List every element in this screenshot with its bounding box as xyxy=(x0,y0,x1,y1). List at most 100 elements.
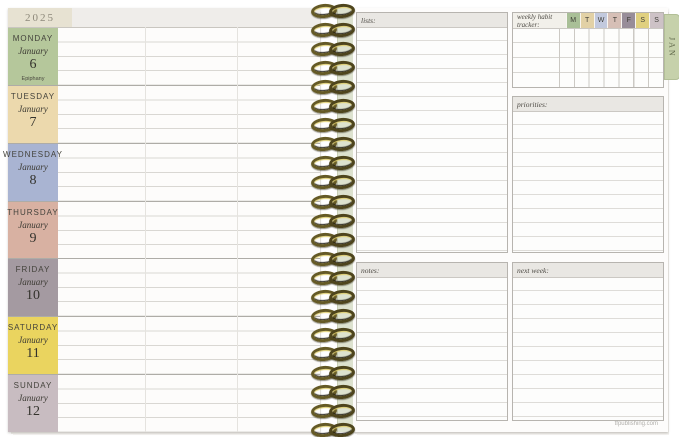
day-rows: MONDAY January 6 Epiphany TUESDAY Januar… xyxy=(8,28,320,432)
priorities-lines xyxy=(513,111,663,252)
spiral-binding xyxy=(309,0,361,437)
day-month: January xyxy=(18,162,48,172)
coil xyxy=(309,270,355,282)
coil xyxy=(309,79,355,91)
day-name: SATURDAY xyxy=(8,323,58,332)
day-name: WEDNESDAY xyxy=(3,150,63,159)
coil xyxy=(309,3,355,15)
next-week-header: next week: xyxy=(513,263,663,278)
habit-day-w: W xyxy=(594,13,608,28)
day-row-friday: FRIDAY January 10 xyxy=(8,259,320,317)
column-divider xyxy=(237,27,238,432)
day-row-thursday: THURSDAY January 9 xyxy=(8,202,320,260)
coil xyxy=(309,365,355,377)
day-label-monday: MONDAY January 6 Epiphany xyxy=(8,28,58,85)
day-date: 10 xyxy=(26,288,40,304)
publisher-watermark: tfpublishing.com xyxy=(615,421,658,427)
day-name: TUESDAY xyxy=(11,92,55,101)
day-date: 9 xyxy=(30,231,37,247)
day-name: MONDAY xyxy=(13,34,54,43)
day-date: 7 xyxy=(30,115,37,131)
next-week-label: next week: xyxy=(513,266,549,275)
day-date: 8 xyxy=(30,173,37,189)
day-label-friday: FRIDAY January 10 xyxy=(8,259,58,316)
writing-lines xyxy=(58,317,320,374)
next-week-section: next week: xyxy=(512,262,664,421)
month-tab-jan: JAN xyxy=(664,14,679,80)
day-name: SUNDAY xyxy=(14,381,53,390)
habit-grid xyxy=(513,28,663,87)
day-month: January xyxy=(18,277,48,287)
year-header-row: 2025 xyxy=(8,8,320,28)
coil xyxy=(309,213,355,225)
coil xyxy=(309,346,355,358)
coil xyxy=(309,232,355,244)
coil xyxy=(309,60,355,72)
habit-tracker-section: weekly habit tracker: M T W T F S S xyxy=(512,12,664,88)
habit-grid-columns xyxy=(559,28,663,87)
day-date: 12 xyxy=(26,404,40,420)
coil xyxy=(309,422,355,434)
day-month: January xyxy=(18,335,48,345)
next-week-lines xyxy=(513,277,663,420)
column-divider xyxy=(145,27,146,432)
day-date: 11 xyxy=(26,346,39,362)
priorities-header: priorities: xyxy=(513,97,663,112)
coil xyxy=(309,155,355,167)
notes-section: notes: xyxy=(356,262,508,421)
day-name: FRIDAY xyxy=(16,265,51,274)
day-label-sunday: SUNDAY January 12 xyxy=(8,375,58,432)
writing-lines xyxy=(58,375,320,432)
planner-spread-photo: 2025 MONDAY January 6 Epiphany TUESDAY J… xyxy=(0,0,679,437)
habit-day-m: M xyxy=(566,13,580,28)
year-header-fill xyxy=(72,8,320,27)
day-row-wednesday: WEDNESDAY January 8 xyxy=(8,144,320,202)
year-label: 2025 xyxy=(8,8,72,27)
day-label-saturday: SATURDAY January 11 xyxy=(8,317,58,374)
day-row-tuesday: TUESDAY January 7 xyxy=(8,86,320,144)
priorities-label: priorities: xyxy=(513,100,547,109)
coil xyxy=(309,194,355,206)
coil xyxy=(309,174,355,186)
day-month: January xyxy=(18,220,48,230)
coil xyxy=(309,136,355,148)
coil xyxy=(309,117,355,129)
day-month: January xyxy=(18,104,48,114)
notes-header: notes: xyxy=(357,263,507,278)
day-label-thursday: THURSDAY January 9 xyxy=(8,202,58,259)
coil xyxy=(309,98,355,110)
day-row-sunday: SUNDAY January 12 xyxy=(8,375,320,432)
habit-day-t1: T xyxy=(580,13,594,28)
day-month: January xyxy=(18,393,48,403)
lists-section: lists: xyxy=(356,12,508,253)
coil xyxy=(309,403,355,415)
day-row-monday: MONDAY January 6 Epiphany xyxy=(8,28,320,86)
habit-tracker-header: weekly habit tracker: M T W T F S S xyxy=(513,13,663,29)
habit-day-s2: S xyxy=(649,13,663,28)
coil xyxy=(309,41,355,53)
coil xyxy=(309,327,355,339)
priorities-section: priorities: xyxy=(512,96,664,253)
writing-lines xyxy=(58,28,320,85)
holiday-note: Epiphany xyxy=(22,76,45,82)
coil xyxy=(309,251,355,263)
notes-lines xyxy=(357,277,507,420)
day-row-saturday: SATURDAY January 11 xyxy=(8,317,320,375)
day-name: THURSDAY xyxy=(7,208,58,217)
habit-day-s1: S xyxy=(635,13,649,28)
coil xyxy=(309,22,355,34)
writing-lines xyxy=(58,86,320,143)
habit-day-f: F xyxy=(621,13,635,28)
day-month: January xyxy=(18,46,48,56)
habit-day-t2: T xyxy=(607,13,621,28)
writing-lines xyxy=(58,202,320,259)
lists-header: lists: xyxy=(357,13,507,28)
left-page-weekly: 2025 MONDAY January 6 Epiphany TUESDAY J… xyxy=(8,8,320,432)
day-date: 6 xyxy=(30,57,37,73)
writing-lines xyxy=(58,144,320,201)
coil xyxy=(309,289,355,301)
lists-lines xyxy=(357,27,507,252)
coil xyxy=(309,384,355,396)
day-label-wednesday: WEDNESDAY January 8 xyxy=(8,144,58,201)
day-label-tuesday: TUESDAY January 7 xyxy=(8,86,58,143)
